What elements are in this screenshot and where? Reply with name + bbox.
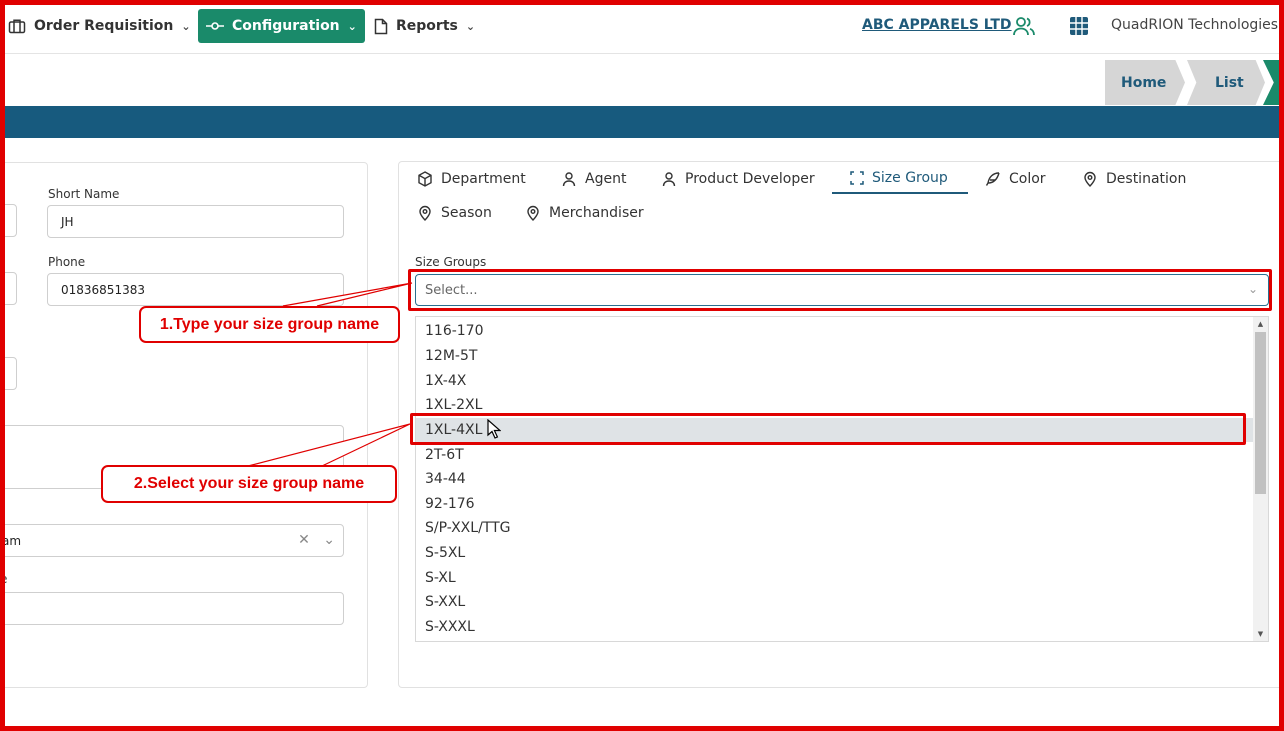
select-controls: ✕ ⌄ xyxy=(298,532,335,548)
top-navbar: Order Requisition ⌄ Configuration ⌄ Repo… xyxy=(0,0,1284,54)
apps-grid-icon[interactable] xyxy=(1069,16,1089,40)
extra-field[interactable] xyxy=(0,592,344,625)
cube-icon xyxy=(417,171,433,187)
tab-agent-label: Agent xyxy=(585,171,627,187)
mouse-cursor-icon xyxy=(487,418,502,444)
feather-icon xyxy=(985,171,1001,187)
size-groups-dropdown: 116-170 12M-5T 1X-4X 1XL-2XL 1XL-4XL 2T-… xyxy=(415,316,1269,642)
scroll-down-arrow-icon[interactable]: ▼ xyxy=(1253,627,1268,641)
nav-order-requisition[interactable]: Order Requisition ⌄ xyxy=(8,9,191,43)
breadcrumb-home[interactable]: Home xyxy=(1105,60,1185,105)
nav-reports-label: Reports xyxy=(396,18,458,34)
document-icon xyxy=(374,18,388,35)
user-icon xyxy=(661,171,677,187)
breadcrumb-current: E xyxy=(1263,60,1284,105)
tab-agent[interactable]: Agent xyxy=(561,164,626,194)
dropdown-option[interactable]: 34-44 xyxy=(416,467,1254,491)
dropdown-option[interactable]: 12M-5T xyxy=(416,344,1254,368)
short-name-label: Short Name xyxy=(48,187,120,201)
tab-size-group-label: Size Group xyxy=(872,170,948,186)
partial-field-label: e xyxy=(0,572,8,586)
dropdown-scrollbar[interactable]: ▲ ▼ xyxy=(1253,317,1268,641)
code-field[interactable] xyxy=(0,357,17,390)
user-icon xyxy=(561,171,577,187)
tab-destination-label: Destination xyxy=(1106,171,1187,187)
frame-icon xyxy=(850,171,864,185)
short-name-field[interactable]: JH xyxy=(47,205,344,238)
users-icon[interactable] xyxy=(1012,15,1036,41)
dropdown-option[interactable]: S-XXL xyxy=(416,590,1254,614)
dropdown-option[interactable]: S-XXXL xyxy=(416,615,1254,639)
location-icon xyxy=(525,205,541,221)
phone-field[interactable]: 01836851383 xyxy=(47,273,344,306)
tab-season-label: Season xyxy=(441,205,492,221)
tab-department[interactable]: Department xyxy=(417,164,526,194)
company-link[interactable]: ABC APPARELS LTD xyxy=(862,17,1012,33)
tab-merchandiser[interactable]: Merchandiser xyxy=(525,198,644,228)
tab-color-label: Color xyxy=(1009,171,1046,187)
dropdown-option[interactable]: S/P-XXL/TTG xyxy=(416,516,1254,540)
country-select-value: am xyxy=(2,533,22,548)
breadcrumb-list[interactable]: List xyxy=(1187,60,1265,105)
email-field[interactable] xyxy=(0,272,17,305)
tab-size-group[interactable]: Size Group xyxy=(832,164,968,194)
nav-configuration-label: Configuration xyxy=(232,18,340,34)
nav-configuration[interactable]: Configuration ⌄ xyxy=(198,9,365,43)
size-groups-label: Size Groups xyxy=(415,255,487,269)
dropdown-option[interactable]: S-5XL xyxy=(416,541,1254,565)
dropdown-option[interactable]: S-XL xyxy=(416,566,1254,590)
page-header-bar xyxy=(0,106,1284,138)
annotation-select-highlight xyxy=(408,269,1272,311)
phone-label: Phone xyxy=(48,255,86,269)
chevron-down-icon: ⌄ xyxy=(347,19,357,33)
clear-icon[interactable]: ✕ xyxy=(298,532,310,548)
scroll-thumb[interactable] xyxy=(1255,332,1266,494)
chevron-down-icon[interactable]: ⌄ xyxy=(323,532,335,548)
tab-season[interactable]: Season xyxy=(417,198,492,228)
tab-product-developer-label: Product Developer xyxy=(685,171,815,187)
dropdown-option[interactable]: 92-176 xyxy=(416,492,1254,516)
tab-department-label: Department xyxy=(441,171,526,187)
tab-product-developer[interactable]: Product Developer xyxy=(661,164,815,194)
location-icon xyxy=(417,205,433,221)
country-select[interactable]: am ✕ ⌄ xyxy=(0,524,344,557)
tab-merchandiser-label: Merchandiser xyxy=(549,205,644,221)
tab-destination[interactable]: Destination xyxy=(1082,164,1186,194)
tab-color[interactable]: Color xyxy=(985,164,1046,194)
dropdown-option[interactable]: 116-170 xyxy=(416,319,1254,343)
brand-name: QuadRION Technologies xyxy=(1111,17,1279,33)
annotation-option-highlight xyxy=(410,413,1246,445)
dropdown-option[interactable]: 1X-4X xyxy=(416,369,1254,393)
commit-icon xyxy=(206,20,224,32)
nav-order-requisition-label: Order Requisition xyxy=(34,18,174,34)
annotation-step-2: 2.Select your size group name xyxy=(101,465,397,503)
chevron-down-icon: ⌄ xyxy=(465,19,476,33)
chevron-down-icon: ⌄ xyxy=(181,19,191,33)
briefcase-icon xyxy=(8,18,26,34)
scroll-up-arrow-icon[interactable]: ▲ xyxy=(1253,317,1268,331)
dropdown-option[interactable]: 2T-6T xyxy=(416,443,1254,467)
annotation-step-1: 1.Type your size group name xyxy=(139,306,400,343)
name-field[interactable] xyxy=(0,204,17,237)
nav-reports[interactable]: Reports ⌄ xyxy=(374,9,475,43)
location-icon xyxy=(1082,171,1098,187)
